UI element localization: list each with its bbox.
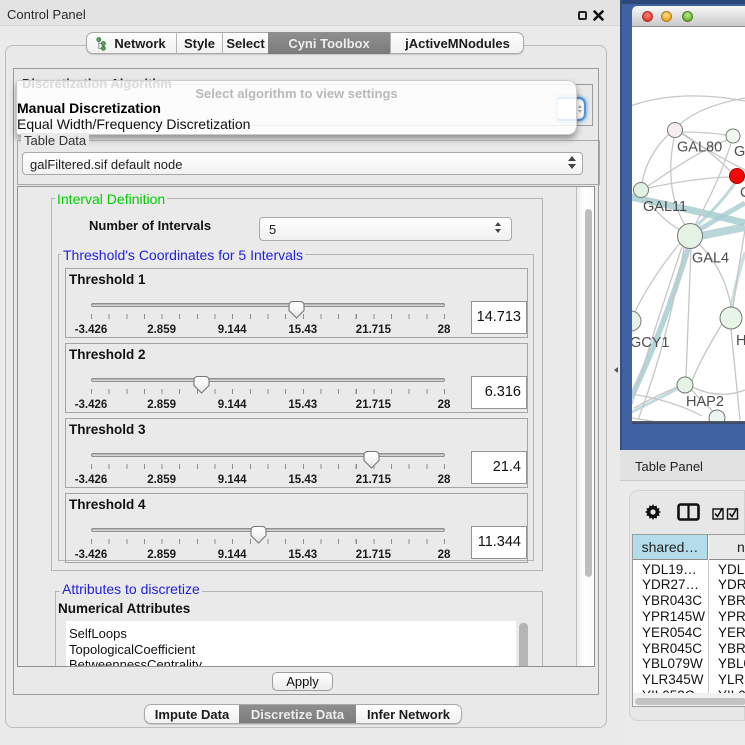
svg-text:HAP2: HAP2 [686,394,724,410]
svg-text:GAL80: GAL80 [677,140,722,156]
svg-text:GA: GA [734,144,745,160]
svg-text:GAL11: GAL11 [643,199,687,215]
svg-text:GAL4: GAL4 [692,251,729,267]
svg-text:GCY1: GCY1 [632,335,670,351]
svg-text:CY: CY [740,185,745,201]
svg-text:HI: HI [736,333,745,349]
